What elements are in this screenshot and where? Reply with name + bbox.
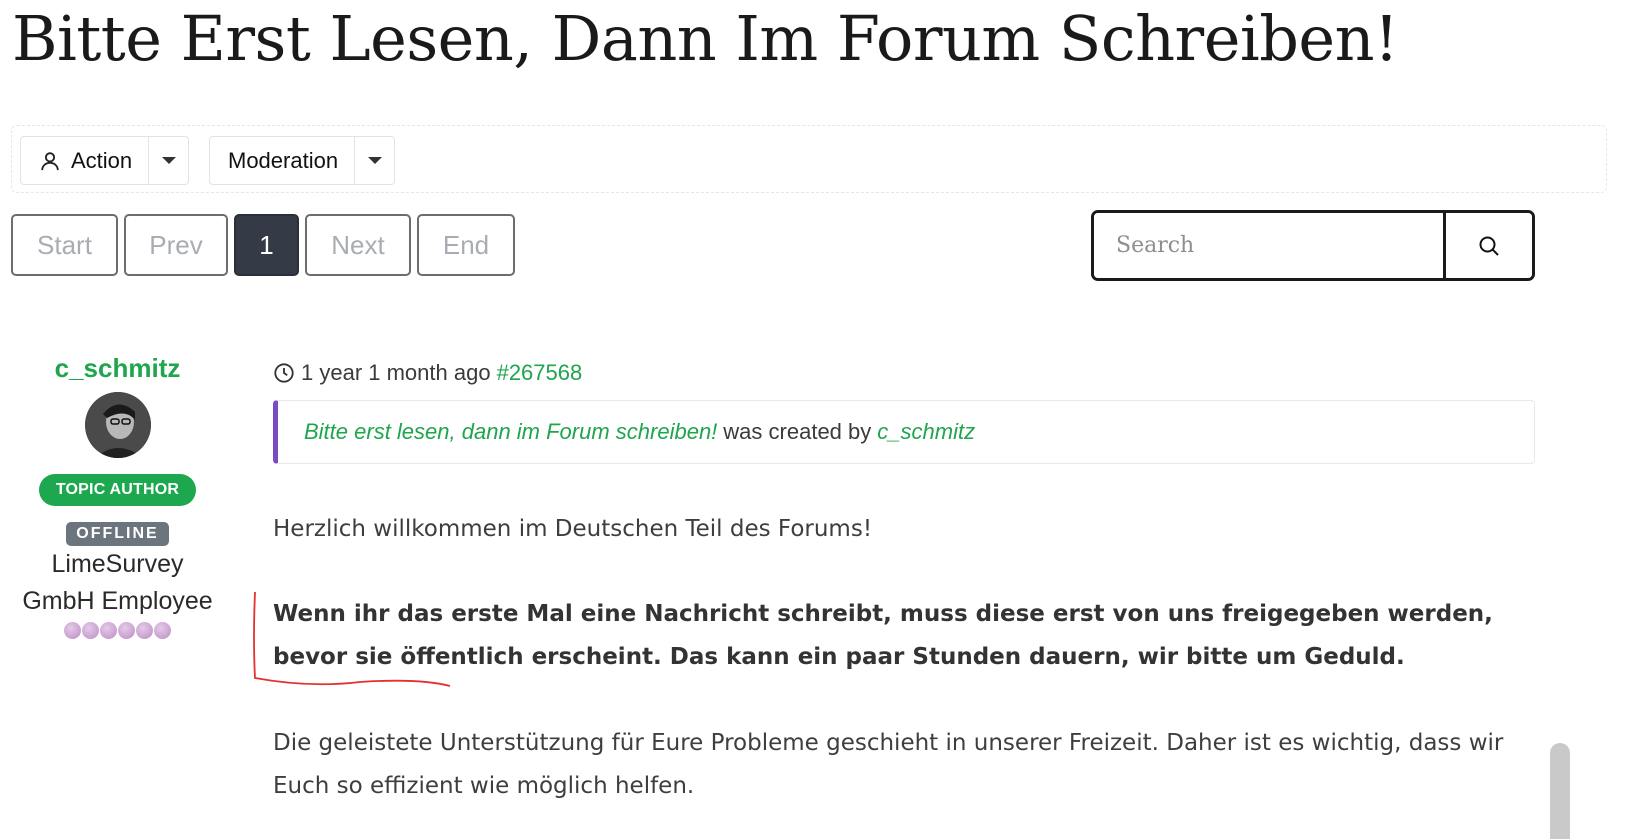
post-id-link[interactable]: #267568 — [497, 360, 583, 386]
creator-link[interactable]: c_schmitz — [877, 419, 975, 445]
rank-dot-icon — [82, 622, 99, 639]
post-meta: 1 year 1 month ago #267568 — [273, 358, 1535, 388]
topic-author-badge: TOPIC AUTHOR — [38, 474, 197, 506]
clock-icon — [274, 363, 294, 383]
search-input[interactable] — [1094, 213, 1443, 278]
rank-dot-icon — [100, 622, 117, 639]
topic-toolbar: Action Moderation — [11, 125, 1607, 193]
moderation-button[interactable]: Moderation — [210, 137, 354, 184]
search-icon — [1479, 236, 1499, 256]
action-label: Action — [71, 147, 133, 173]
action-button[interactable]: Action — [21, 137, 148, 184]
avatar-photo — [84, 392, 151, 458]
pagination-end[interactable]: End — [417, 214, 515, 276]
author-role-line-1: LimeSurvey — [51, 550, 184, 578]
moderation-label: Moderation — [228, 147, 339, 173]
red-annotation-mark — [253, 591, 451, 687]
pagination-page-1[interactable]: 1 — [234, 214, 299, 276]
rank-dot-icon — [118, 622, 135, 639]
pagination: Start Prev 1 Next End — [11, 214, 515, 276]
moderation-caret-button[interactable] — [354, 137, 394, 184]
action-caret-button[interactable] — [148, 137, 188, 184]
topic-link[interactable]: Bitte erst lesen, dann im Forum schreibe… — [304, 419, 717, 445]
caret-down-icon — [367, 157, 382, 164]
page-title: Bitte Erst Lesen, Dann Im Forum Schreibe… — [12, 2, 1399, 75]
created-by-text: was created by — [723, 419, 872, 444]
post-body: 1 year 1 month ago #267568 Bitte erst le… — [273, 358, 1535, 808]
search-button[interactable] — [1443, 213, 1532, 278]
rank-dot-icon — [136, 622, 153, 639]
scrollbar-thumb[interactable] — [1550, 743, 1570, 839]
author-role: LimeSurvey GmbH Employee — [0, 546, 235, 620]
avatar[interactable] — [84, 392, 151, 458]
author-name-link[interactable]: c_schmitz — [0, 353, 235, 384]
caret-down-icon — [161, 157, 176, 164]
author-role-line-2: GmbH Employee — [22, 587, 213, 615]
topic-created-notice: Bitte erst lesen, dann im Forum schreibe… — [273, 400, 1535, 464]
post-author-panel: c_schmitz TOPIC AUTHOR OFFLINE LimeSurve… — [0, 350, 235, 639]
action-dropdown[interactable]: Action — [20, 136, 190, 185]
user-icon — [41, 151, 59, 170]
status-badge: OFFLINE — [66, 522, 169, 546]
rank-dot-icon — [64, 622, 81, 639]
post-paragraph-welcome: Herzlich willkommen im Deutschen Teil de… — [273, 516, 873, 542]
pagination-prev[interactable]: Prev — [124, 214, 228, 276]
pagination-next[interactable]: Next — [305, 214, 411, 276]
post-paragraph-support: Die geleistete Unterstützung für Eure Pr… — [273, 730, 1504, 799]
post-time: 1 year 1 month ago — [301, 360, 491, 385]
rank-indicator — [0, 622, 235, 639]
post-paragraph-moderation-notice: Wenn ihr das erste Mal eine Nachricht sc… — [273, 601, 1493, 670]
topic-search — [1091, 210, 1535, 281]
moderation-dropdown[interactable]: Moderation — [209, 136, 396, 185]
rank-dot-icon — [154, 622, 171, 639]
pagination-start[interactable]: Start — [11, 214, 118, 276]
